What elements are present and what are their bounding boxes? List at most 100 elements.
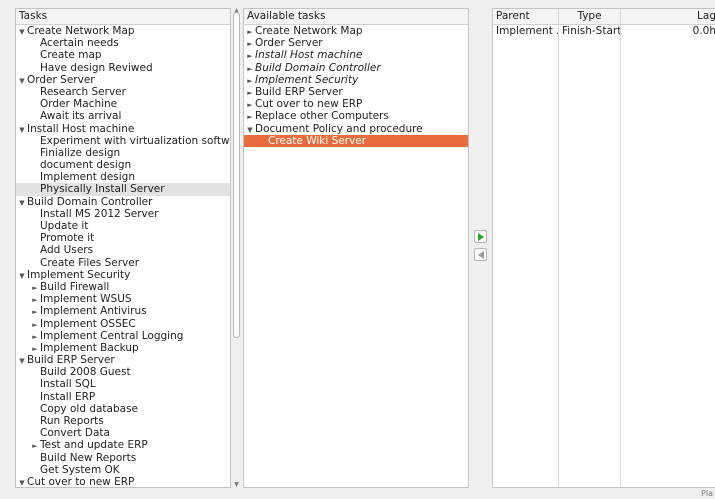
tasks-scrollbar[interactable]: ▲ ▼ [231, 8, 242, 488]
tree-item[interactable]: ► Implement OSSEC [16, 318, 230, 330]
tree-item-label: Get System OK [40, 463, 120, 476]
triangle-left-icon [477, 250, 484, 259]
tree-item-label: Copy old database [40, 402, 138, 415]
tree-item[interactable]: Run Reports [16, 415, 230, 427]
tree-item[interactable]: ▼ Install Host machine [16, 123, 230, 135]
tree-item-label: Install MS 2012 Server [40, 207, 159, 220]
lag-column-header[interactable]: Lag [621, 9, 715, 25]
available-tasks-header[interactable]: Available tasks [244, 9, 468, 25]
tree-item-label: Build Domain Controller [27, 195, 153, 208]
tree-item-label: Acertain needs [40, 37, 119, 50]
tree-item-label: Cut over to new ERP [255, 98, 363, 111]
tree-item[interactable]: Create map [16, 49, 230, 61]
tree-item[interactable]: Create Files Server [16, 257, 230, 269]
tasks-header[interactable]: Tasks [16, 9, 230, 25]
tree-item-label: Create Network Map [27, 25, 135, 37]
available-tasks-tree[interactable]: Available tasks ► Create Network Map ► Orde… [243, 8, 469, 488]
tree-item-label: Add Users [40, 244, 94, 257]
tree-item[interactable]: Have design Reviwed [16, 62, 230, 74]
tree-item-label: Experiment with virtualization software [40, 134, 231, 147]
tree-item-label: Implement Security [255, 73, 359, 86]
tasks-tree[interactable]: Tasks ▼ Create Network Map Acertain needs C… [15, 8, 231, 488]
tree-item-label: Convert Data [40, 427, 110, 440]
tree-item[interactable]: ► Implement WSUS [16, 293, 230, 305]
tasks-list: ▼ Create Network Map Acertain needs Create … [16, 25, 230, 488]
table-cell-type[interactable]: Finish-Start [562, 25, 620, 37]
tree-item[interactable]: ► Build Firewall [16, 281, 230, 293]
tree-item[interactable]: Build New Reports [16, 452, 230, 464]
tree-item[interactable]: ► Replace other Computers [244, 110, 468, 122]
tree-item[interactable]: Update it [16, 220, 230, 232]
table-cell-parent[interactable]: Implement ... [496, 25, 558, 37]
tree-item[interactable]: Await its arrival [16, 110, 230, 122]
tree-item[interactable]: Experiment with virtualization software [16, 135, 230, 147]
tree-item-label: Implement Security [27, 268, 131, 281]
expand-arrow-icon[interactable]: ▼ [17, 477, 27, 487]
tree-item[interactable]: Promote it [16, 232, 230, 244]
tree-item[interactable]: ▼ Build Domain Controller [16, 196, 230, 208]
tree-item[interactable]: Acertain needs [16, 37, 230, 49]
scrollbar-thumb[interactable] [233, 12, 240, 338]
tree-item[interactable]: Build 2008 Guest [16, 366, 230, 378]
tree-item[interactable]: Implement design [16, 171, 230, 183]
tree-item[interactable]: ▼ Build ERP Server [16, 354, 230, 366]
tree-item-label: Cut over to new ERP [27, 475, 135, 488]
tree-item-label: Implement Backup [40, 341, 139, 354]
parent-column-header[interactable]: Parent [493, 9, 558, 25]
tree-item-label: Document Policy and procedure [255, 122, 423, 135]
table-cell-lag[interactable]: 0.0h [624, 25, 715, 37]
tree-item[interactable]: ► Implement Security [244, 74, 468, 86]
remove-relation-button[interactable] [474, 248, 487, 261]
tree-item[interactable]: Create Wiki Server [244, 134, 468, 147]
tree-item[interactable]: ▼ Cut over to new ERP [16, 475, 230, 488]
tree-item-label: Implement OSSEC [40, 317, 136, 330]
tree-item[interactable]: ► Order Server [244, 37, 468, 49]
tree-item-label: Implement WSUS [40, 293, 132, 306]
tree-item[interactable]: Get System OK [16, 464, 230, 476]
tree-item-label: Research Server [40, 85, 126, 98]
tree-item-label: Create Files Server [40, 256, 140, 269]
tree-item-label: Replace other Computers [255, 110, 389, 123]
tree-item[interactable]: ▼ Order Server [16, 74, 230, 86]
tree-item[interactable]: ► Test and update ERP [16, 439, 230, 451]
add-relation-button[interactable] [474, 230, 487, 243]
tree-item[interactable]: Order Machine [16, 98, 230, 110]
tree-item-label: Promote it [40, 232, 95, 245]
tree-item[interactable]: ► Implement Central Logging [16, 330, 230, 342]
tree-item[interactable]: Finialize design [16, 147, 230, 159]
scroll-down-icon[interactable]: ▼ [231, 482, 242, 488]
tree-item-label: Order Machine [40, 98, 118, 111]
tree-item[interactable]: ► Build Domain Controller [244, 62, 468, 74]
relations-table[interactable]: Parent Implement ... Type Finish-Start L… [492, 8, 715, 488]
tree-item[interactable]: Research Server [16, 86, 230, 98]
tree-item[interactable]: Install SQL [16, 378, 230, 390]
tree-item[interactable]: ► Build ERP Server [244, 86, 468, 98]
tree-item-label: Order Server [255, 37, 323, 50]
tree-item[interactable]: ▼ Implement Security [16, 269, 230, 281]
tree-item-label: Build ERP Server [255, 85, 343, 98]
tree-item[interactable]: ► Cut over to new ERP [244, 98, 468, 110]
tree-item[interactable]: ► Create Network Map [244, 25, 468, 37]
tree-item[interactable]: Convert Data [16, 427, 230, 439]
tree-item-label: Create map [40, 49, 102, 62]
triangle-right-icon [477, 232, 484, 241]
tree-item[interactable]: document design [16, 159, 230, 171]
tree-item[interactable]: ▼ Document Policy and procedure [244, 123, 468, 135]
tree-item[interactable]: ▼ Create Network Map [16, 25, 230, 37]
tree-item[interactable]: Physically Install Server [16, 183, 230, 196]
tree-item-label: Test and update ERP [40, 439, 148, 452]
tree-item-label: Create Network Map [255, 25, 363, 37]
tree-item[interactable]: ► Implement Backup [16, 342, 230, 354]
tree-item-label: document design [40, 159, 132, 172]
tree-item[interactable]: Install ERP [16, 391, 230, 403]
tree-item-label: Physically Install Server [40, 183, 165, 196]
tree-item-label: Implement design [40, 171, 135, 184]
tree-item[interactable]: Copy old database [16, 403, 230, 415]
tree-item-label: Install SQL [40, 378, 96, 391]
tree-item[interactable]: ► Install Host machine [244, 49, 468, 61]
tree-item[interactable]: ► Implement Antivirus [16, 305, 230, 317]
type-column-header[interactable]: Type [559, 9, 620, 25]
tree-item-label: Install Host machine [255, 49, 363, 62]
tree-item[interactable]: Install MS 2012 Server [16, 208, 230, 220]
tree-item[interactable]: Add Users [16, 244, 230, 256]
